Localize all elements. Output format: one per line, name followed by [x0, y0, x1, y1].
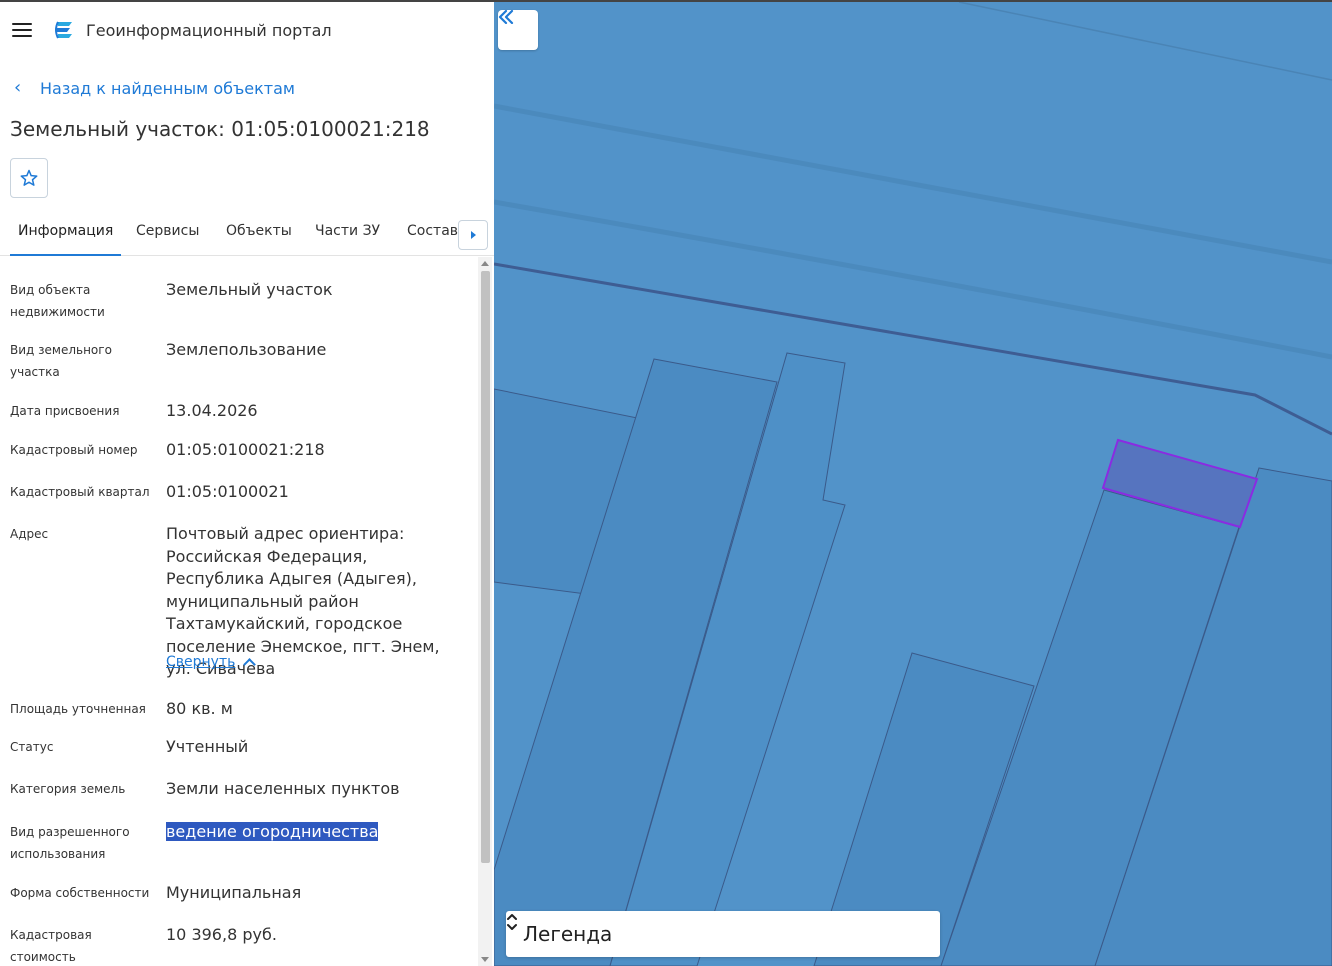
tabs-scroll-right-button[interactable]: [458, 220, 488, 250]
property-value: Учтенный: [166, 737, 249, 756]
selected-text[interactable]: ведение огородничества: [166, 822, 379, 841]
property-value: Земли населенных пунктов: [166, 779, 400, 798]
portal-logo-icon: [55, 21, 72, 39]
scroll-down-arrow-icon[interactable]: [481, 957, 489, 962]
property-value: Муниципальная: [166, 883, 302, 902]
property-label: Кадастровый номер: [10, 443, 138, 457]
info-panel: Геоинформационный портал ‹ Назад к найде…: [0, 2, 494, 966]
property-label: Статус: [10, 740, 54, 754]
app-header: Геоинформационный портал: [0, 2, 494, 58]
tab-services[interactable]: Сервисы: [136, 223, 199, 254]
map-canvas[interactable]: Легенда: [494, 2, 1332, 966]
scrollbar-thumb[interactable]: [481, 271, 490, 863]
hamburger-menu-icon[interactable]: [12, 23, 32, 37]
property-value: Земельный участок: [166, 280, 333, 299]
properties-list: Вид объекта недвижимости Земельный участ…: [0, 257, 478, 966]
property-label: Кадастровый квартал: [10, 485, 150, 499]
property-label: Адрес: [10, 527, 49, 541]
star-icon: [20, 169, 38, 186]
cadastral-map[interactable]: [494, 2, 1332, 966]
property-label: Площадь уточненная: [10, 702, 146, 716]
double-chevron-left-icon: [498, 10, 514, 24]
legend-dropdown[interactable]: Легенда: [506, 911, 940, 957]
properties-scrollbar[interactable]: [478, 257, 492, 966]
chevron-left-icon: ‹: [14, 77, 22, 98]
property-value: 01:05:0100021:218: [166, 440, 325, 459]
collapse-link[interactable]: Свернуть: [166, 654, 235, 670]
tab-objects[interactable]: Объекты: [226, 223, 292, 254]
property-label: Вид разрешенного использования: [10, 825, 130, 861]
property-value: 80 кв. м: [166, 699, 233, 718]
tab-info[interactable]: Информация: [10, 223, 122, 256]
page-title: Земельный участок: 01:05:0100021:218: [10, 117, 430, 141]
tab-parts[interactable]: Части ЗУ: [315, 223, 380, 254]
property-row-address: Адрес Почтовый адрес ориентира: Российск…: [10, 523, 460, 683]
chevron-up-icon[interactable]: [243, 657, 257, 671]
property-label: Вид земельного участка: [10, 343, 112, 379]
property-label: Вид объекта недвижимости: [10, 283, 105, 319]
property-value: 13.04.2026: [166, 401, 258, 420]
property-label: Кадастровая стоимость: [10, 928, 92, 964]
property-label: Форма собственности: [10, 886, 150, 900]
favorite-button[interactable]: [10, 158, 48, 198]
back-link-label: Назад к найденным объектам: [40, 78, 295, 98]
back-to-results-link[interactable]: ‹ Назад к найденным объектам: [14, 77, 295, 99]
collapse-address[interactable]: Свернуть: [166, 654, 257, 671]
property-label: Категория земель: [10, 782, 126, 796]
property-value: ведение огородничества: [166, 821, 466, 844]
property-value: 01:05:0100021: [166, 482, 289, 501]
legend-label: Легенда: [523, 922, 613, 946]
tab-bar: Информация Сервисы Объекты Части ЗУ Сост…: [0, 215, 494, 256]
property-value: Землепользование: [166, 340, 327, 359]
tab-composition[interactable]: Состав: [407, 223, 458, 254]
collapse-panel-button[interactable]: [498, 10, 538, 50]
app-title: Геоинформационный портал: [86, 21, 332, 40]
scroll-up-arrow-icon[interactable]: [481, 261, 489, 266]
expand-arrows-icon: [507, 914, 517, 930]
property-label: Дата присвоения: [10, 404, 120, 418]
property-value: 10 396,8 руб.: [166, 925, 277, 944]
